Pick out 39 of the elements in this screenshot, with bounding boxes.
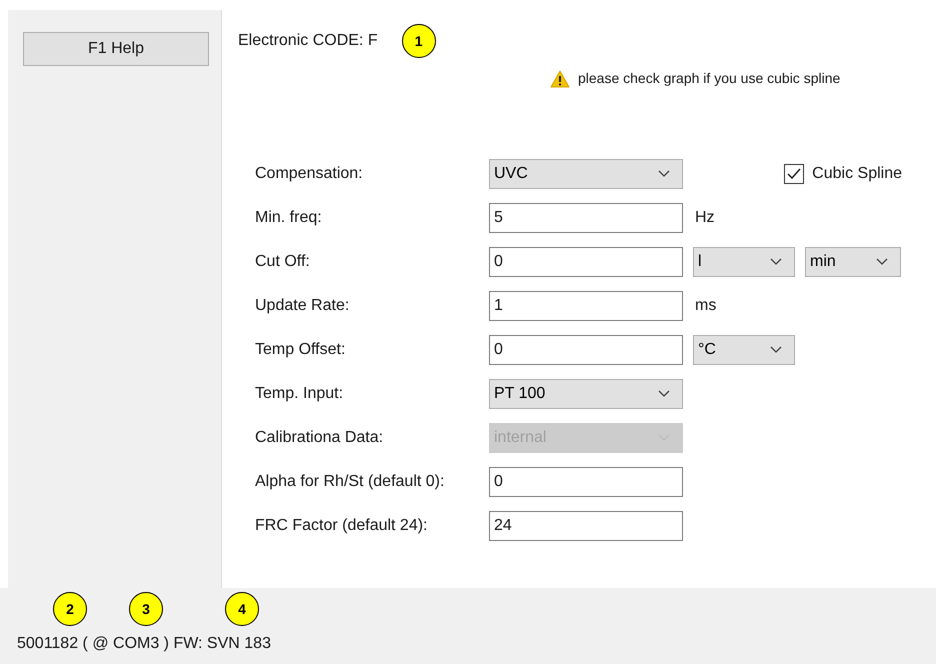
field-label: Min. freq:	[255, 208, 323, 228]
field-label: Calibrationa Data:	[255, 428, 384, 448]
field-label: Temp. Input:	[255, 384, 344, 404]
field-label: Cut Off:	[255, 252, 311, 272]
chevron-down-icon	[876, 258, 888, 266]
warning-icon	[550, 70, 570, 88]
callout-marker: 1	[402, 24, 436, 58]
dropdown[interactable]: UVC	[489, 159, 683, 189]
text-field[interactable]: 1	[489, 291, 683, 321]
text-field[interactable]: 0	[489, 467, 683, 497]
checkbox-label: Cubic Spline	[812, 164, 902, 184]
chevron-down-icon	[770, 258, 782, 266]
dropdown[interactable]: °C	[693, 335, 795, 365]
help-button[interactable]: F1 Help	[23, 32, 209, 66]
text-field[interactable]: 24	[489, 511, 683, 541]
callout-marker: 4	[225, 592, 259, 626]
chevron-down-icon	[770, 346, 782, 354]
field-label: Compensation:	[255, 164, 364, 184]
text-field[interactable]: 0	[489, 247, 683, 277]
field-label: Update Rate:	[255, 296, 350, 316]
field-label: Temp Offset:	[255, 340, 346, 360]
chevron-down-icon	[658, 170, 670, 178]
checkbox[interactable]	[784, 164, 804, 184]
text-field[interactable]: 5	[489, 203, 683, 233]
dropdown[interactable]: PT 100	[489, 379, 683, 409]
dropdown[interactable]: l	[693, 247, 795, 277]
field-label: FRC Factor (default 24):	[255, 516, 428, 536]
text-field[interactable]: 0	[489, 335, 683, 365]
chevron-down-icon	[658, 390, 670, 398]
field-label: Alpha for Rh/St (default 0):	[255, 472, 446, 492]
unit-label: Hz	[695, 208, 715, 228]
electronic-code-label: Electronic CODE: F	[238, 31, 378, 51]
checkmark-icon	[787, 168, 802, 180]
callout-marker: 3	[129, 592, 163, 626]
unit-label: ms	[695, 296, 716, 316]
status-text: 5001182 ( @ COM3 ) FW: SVN 183	[17, 634, 272, 654]
warning-message: please check graph if you use cubic spline	[578, 69, 840, 88]
callout-marker: 2	[53, 592, 87, 626]
dropdown[interactable]: min	[805, 247, 901, 277]
